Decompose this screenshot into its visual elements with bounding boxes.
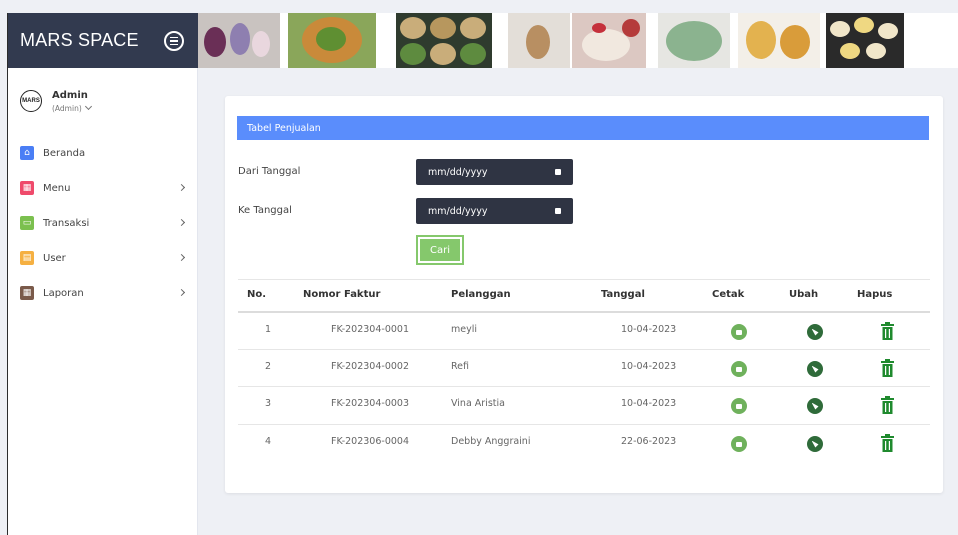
banner-photo-sandwiches xyxy=(396,13,492,68)
from-date-label: Dari Tanggal xyxy=(238,166,301,177)
banner-photo-cake xyxy=(572,13,646,68)
col-header-hapus: Hapus xyxy=(857,289,893,300)
edit-icon[interactable] xyxy=(807,361,823,377)
print-icon[interactable] xyxy=(731,398,747,414)
user-panel[interactable]: MARS Admin (Admin) xyxy=(20,90,92,113)
chevron-right-icon xyxy=(177,218,186,227)
sidebar-item-user[interactable]: ▤ User xyxy=(20,248,188,268)
print-icon[interactable] xyxy=(731,361,747,377)
sales-table-card: Tabel Penjualan Dari Tanggal mm/dd/yyyy … xyxy=(225,96,943,493)
calendar-icon[interactable] xyxy=(555,208,561,214)
cell-pelanggan: Debby Anggraini xyxy=(451,436,531,447)
sidebar-item-label: Laporan xyxy=(43,287,84,299)
edit-icon[interactable] xyxy=(807,324,823,340)
sidebar-item-laporan[interactable]: ▦ Laporan xyxy=(20,283,188,303)
chevron-right-icon xyxy=(177,183,186,192)
cell-no: 2 xyxy=(265,361,272,372)
sidebar-item-label: User xyxy=(43,252,66,264)
menu-toggle-icon[interactable] xyxy=(164,31,184,51)
chevron-right-icon xyxy=(177,253,186,262)
trash-icon[interactable] xyxy=(880,396,895,414)
cell-pelanggan: meyli xyxy=(451,324,477,335)
cell-no: 3 xyxy=(265,398,272,409)
sidebar-item-menu[interactable]: ▦ Menu xyxy=(20,178,188,198)
cart-icon: ▭ xyxy=(20,216,34,230)
divider xyxy=(238,386,930,387)
cell-faktur: FK-202304-0003 xyxy=(331,398,409,409)
brand-bar: MARS SPACE xyxy=(8,13,198,68)
col-header-no: No. xyxy=(247,289,267,300)
sidebar-item-label: Transaksi xyxy=(43,217,90,229)
brand-title: MARS SPACE xyxy=(20,30,139,50)
cell-no: 1 xyxy=(265,324,272,335)
cell-tanggal: 10-04-2023 xyxy=(621,398,677,409)
user-icon: ▤ xyxy=(20,251,34,265)
edit-icon[interactable] xyxy=(807,436,823,452)
home-icon: ⌂ xyxy=(20,146,34,160)
chevron-right-icon xyxy=(177,288,186,297)
cell-tanggal: 10-04-2023 xyxy=(621,361,677,372)
sidebar-item-transaksi[interactable]: ▭ Transaksi xyxy=(20,213,188,233)
from-date-input[interactable]: mm/dd/yyyy xyxy=(416,159,573,185)
user-name: Admin xyxy=(52,90,88,101)
calendar-icon[interactable] xyxy=(555,169,561,175)
sidebar-item-label: Beranda xyxy=(43,147,86,159)
banner-photo-drinks xyxy=(198,13,280,68)
to-date-input[interactable]: mm/dd/yyyy xyxy=(416,198,573,224)
header-banner xyxy=(198,13,958,68)
print-icon[interactable] xyxy=(731,324,747,340)
report-icon: ▦ xyxy=(20,286,34,300)
banner-photo-matcha xyxy=(658,13,730,68)
cell-no: 4 xyxy=(265,436,272,447)
search-button[interactable]: Cari xyxy=(416,235,464,265)
to-date-label: Ke Tanggal xyxy=(238,205,292,216)
user-role[interactable]: (Admin) xyxy=(52,102,92,113)
col-header-ubah: Ubah xyxy=(789,289,819,300)
sidebar: MARS Admin (Admin) ⌂ Beranda ▦ Menu ▭ Tr… xyxy=(8,68,198,535)
chevron-down-icon xyxy=(84,102,92,111)
banner-photo-pastry xyxy=(738,13,820,68)
col-header-cetak: Cetak xyxy=(712,289,745,300)
trash-icon[interactable] xyxy=(880,359,895,377)
mars-logo: MARS xyxy=(20,90,42,112)
banner-photo-milk-tea xyxy=(508,13,570,68)
divider xyxy=(238,279,930,280)
col-header-faktur: Nomor Faktur xyxy=(303,289,381,300)
banner-photo-desserts xyxy=(826,13,904,68)
print-icon[interactable] xyxy=(731,436,747,452)
col-header-tanggal: Tanggal xyxy=(601,289,645,300)
cell-tanggal: 10-04-2023 xyxy=(621,324,677,335)
cell-pelanggan: Vina Aristia xyxy=(451,398,505,409)
sidebar-item-label: Menu xyxy=(43,182,71,194)
grid-icon: ▦ xyxy=(20,181,34,195)
col-header-pelanggan: Pelanggan xyxy=(451,289,511,300)
cell-faktur: FK-202306-0004 xyxy=(331,436,409,447)
cell-faktur: FK-202304-0001 xyxy=(331,324,409,335)
card-title: Tabel Penjualan xyxy=(237,116,929,140)
trash-icon[interactable] xyxy=(880,322,895,340)
divider xyxy=(238,424,930,425)
cell-pelanggan: Refi xyxy=(451,361,470,372)
trash-icon[interactable] xyxy=(880,434,895,452)
edit-icon[interactable] xyxy=(807,398,823,414)
divider xyxy=(238,311,930,313)
sidebar-item-beranda[interactable]: ⌂ Beranda xyxy=(20,143,188,163)
banner-photo-platter xyxy=(288,13,376,68)
cell-tanggal: 22-06-2023 xyxy=(621,436,677,447)
cell-faktur: FK-202304-0002 xyxy=(331,361,409,372)
divider xyxy=(238,349,930,350)
